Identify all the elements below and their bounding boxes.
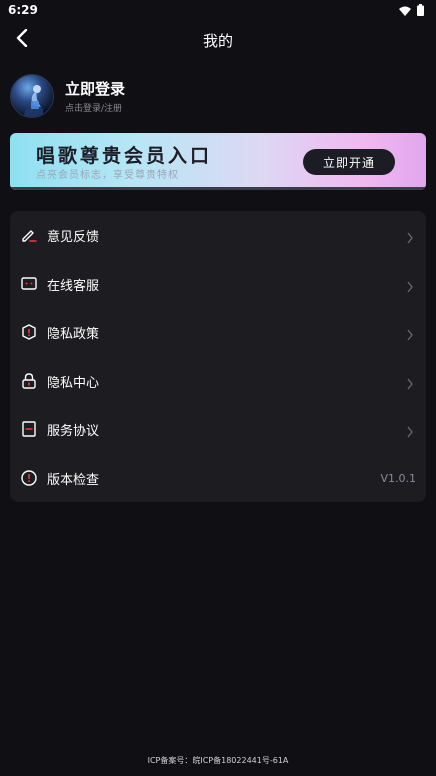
chevron-right-icon xyxy=(406,423,414,438)
profile-text: 立即登录 点击登录/注册 xyxy=(65,79,125,114)
status-bar: 6:29 xyxy=(0,0,436,20)
chevron-right-icon xyxy=(406,229,414,244)
info-icon xyxy=(20,469,38,487)
version-value: V1.0.1 xyxy=(380,471,416,485)
menu-item-online-service[interactable]: 在线客服 xyxy=(10,260,426,308)
vip-subtitle: 点亮会员标志，享受尊贵特权 xyxy=(36,170,179,181)
status-time: 6:29 xyxy=(8,3,38,17)
menu-item-privacy-center[interactable]: 隐私中心 xyxy=(10,357,426,405)
menu-item-label: 意见反馈 xyxy=(47,229,100,245)
top-bar: 我的 xyxy=(0,20,436,60)
chevron-right-icon xyxy=(406,326,414,341)
menu-item-label: 服务协议 xyxy=(47,423,100,439)
open-vip-button[interactable]: 立即开通 xyxy=(303,149,395,175)
chevron-right-icon xyxy=(406,375,414,390)
back-button[interactable] xyxy=(8,26,36,54)
chat-icon xyxy=(20,275,38,293)
document-icon xyxy=(20,420,38,438)
menu-item-privacy-policy[interactable]: 隐私政策 xyxy=(10,308,426,356)
chevron-right-icon xyxy=(406,278,414,293)
page-title: 我的 xyxy=(202,31,233,50)
vip-banner[interactable]: 唱歌尊贵会员入口 点亮会员标志，享受尊贵特权 立即开通 xyxy=(10,133,426,190)
menu-item-label: 隐私政策 xyxy=(47,326,100,342)
shield-icon xyxy=(20,323,38,341)
avatar xyxy=(10,74,54,118)
menu-item-service-agreement[interactable]: 服务协议 xyxy=(10,405,426,453)
battery-icon xyxy=(417,1,424,20)
login-profile[interactable]: 立即登录 点击登录/注册 xyxy=(10,73,310,119)
menu-item-label: 版本检查 xyxy=(47,472,100,488)
icp-footer: ICP备案号：皖ICP备18022441号-61A xyxy=(147,756,289,765)
menu-item-version-check[interactable]: 版本检查 V1.0.1 xyxy=(10,454,426,502)
menu-item-label: 在线客服 xyxy=(47,278,100,294)
vip-title: 唱歌尊贵会员入口 xyxy=(36,145,213,167)
login-subtitle: 点击登录/注册 xyxy=(65,103,123,114)
login-title: 立即登录 xyxy=(65,79,126,98)
chevron-left-icon xyxy=(16,28,28,51)
menu-item-label: 隐私中心 xyxy=(47,375,100,391)
status-icons xyxy=(399,1,424,20)
menu-card: 意见反馈 在线客服 隐私政策 隐私中心 服务协议 版本检查 V1.0.1 xyxy=(10,211,426,502)
menu-item-feedback[interactable]: 意见反馈 xyxy=(10,211,426,259)
wifi-icon xyxy=(399,1,411,20)
lock-icon xyxy=(20,372,38,390)
edit-icon xyxy=(20,226,38,244)
